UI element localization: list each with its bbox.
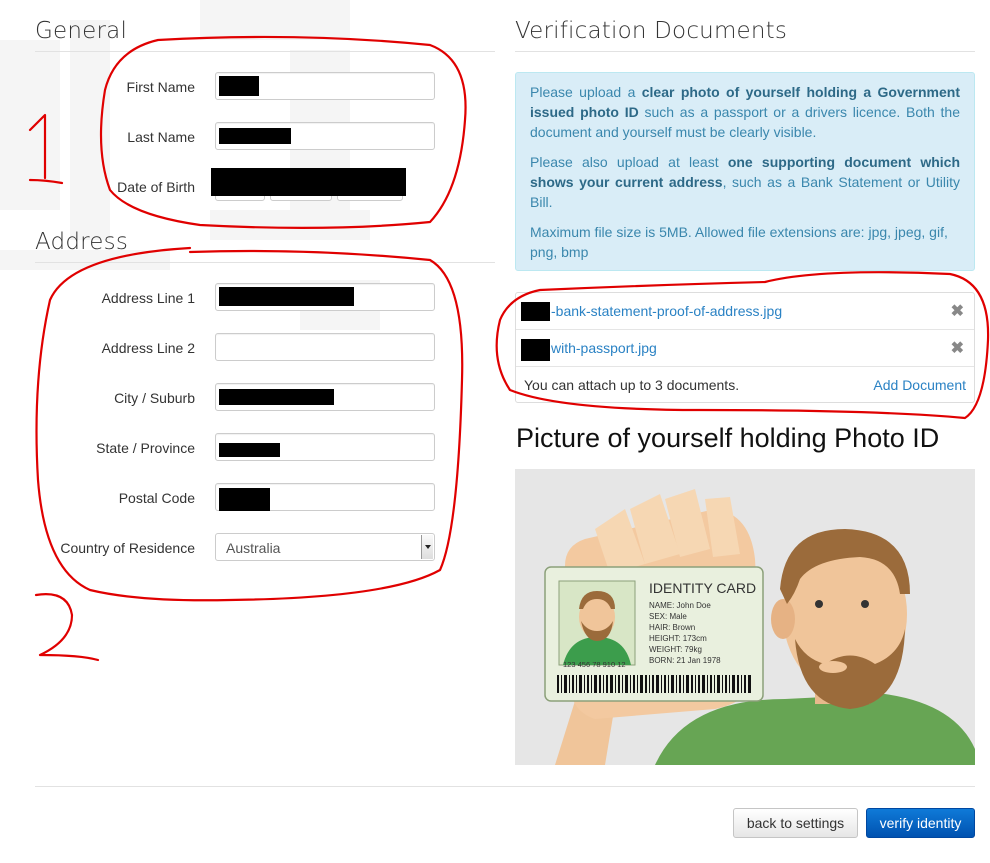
card-field-height: HEIGHT: 173cm <box>649 634 707 643</box>
card-field-born: BORN: 21 Jan 1978 <box>649 656 721 665</box>
document-list: -bank-statement-proof-of-address.jpg ✖ w… <box>515 292 975 403</box>
footer-divider <box>35 786 975 787</box>
general-divider <box>35 51 495 52</box>
postal-code-label: Postal Code <box>118 490 195 506</box>
background-pattern <box>0 0 380 330</box>
redaction <box>219 76 259 96</box>
country-select[interactable]: Australia <box>215 533 435 561</box>
instruction-photo-id: Please upload a clear photo of yourself … <box>530 84 960 140</box>
photo-id-example-heading: Picture of yourself holding Photo ID <box>516 423 940 453</box>
redaction <box>521 302 550 321</box>
card-title: IDENTITY CARD <box>649 580 756 596</box>
general-heading: General <box>35 18 128 44</box>
card-field-hair: HAIR: Brown <box>649 623 695 632</box>
address-line2-input[interactable] <box>215 333 435 361</box>
redaction <box>219 389 334 405</box>
city-label: City / Suburb <box>114 390 195 406</box>
document-item: -bank-statement-proof-of-address.jpg ✖ <box>516 293 974 330</box>
country-select-value: Australia <box>226 540 281 556</box>
remove-document-icon[interactable]: ✖ <box>951 301 964 321</box>
redaction <box>219 488 270 511</box>
verify-identity-button[interactable]: verify identity <box>866 808 975 838</box>
address-heading: Address <box>35 229 128 255</box>
chevron-down-icon <box>421 535 433 559</box>
verification-divider <box>515 51 975 52</box>
photo-id-example-illustration: IDENTITY CARD NAME: John Doe SEX: Male H… <box>515 469 975 765</box>
add-document-link[interactable]: Add Document <box>873 377 966 393</box>
address-divider <box>35 262 495 263</box>
country-label: Country of Residence <box>60 540 195 556</box>
redaction <box>219 287 354 306</box>
redaction <box>211 168 406 196</box>
address-line2-label: Address Line 2 <box>101 340 195 356</box>
instruction-file-limits: Maximum file size is 5MB. Allowed file e… <box>530 224 948 260</box>
address-line1-label: Address Line 1 <box>101 290 195 306</box>
card-field-sex: SEX: Male <box>649 612 687 621</box>
attach-limit-text: You can attach up to 3 documents. <box>524 377 740 393</box>
verification-heading: Verification Documents <box>515 18 788 44</box>
redaction <box>219 128 291 144</box>
document-link[interactable]: -bank-statement-proof-of-address.jpg <box>551 303 782 319</box>
back-to-settings-button[interactable]: back to settings <box>733 808 858 838</box>
document-item: with-passport.jpg ✖ <box>516 330 974 367</box>
redaction <box>219 443 280 457</box>
first-name-label: First Name <box>126 79 195 95</box>
card-field-weight: WEIGHT: 79kg <box>649 645 702 654</box>
instruction-address-doc: Please also upload at least one supporti… <box>530 154 960 210</box>
upload-instructions-alert: Please upload a clear photo of yourself … <box>515 72 975 271</box>
card-field-name: NAME: John Doe <box>649 601 711 610</box>
state-label: State / Province <box>96 440 195 456</box>
redaction <box>521 339 550 361</box>
document-link[interactable]: with-passport.jpg <box>551 340 657 356</box>
dob-label: Date of Birth <box>117 179 195 195</box>
remove-document-icon[interactable]: ✖ <box>951 338 964 358</box>
card-number: 123 456 78 910 12 <box>563 660 626 669</box>
last-name-label: Last Name <box>127 129 195 145</box>
